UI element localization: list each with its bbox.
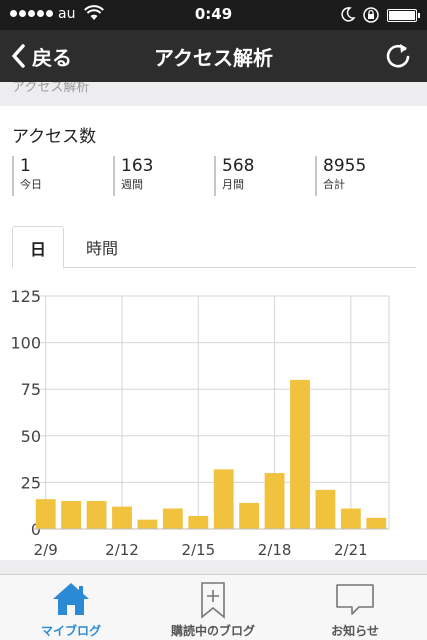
bar	[340, 508, 361, 529]
x-tick-label: 2/21	[334, 541, 368, 556]
speech-bubble-icon	[335, 581, 375, 621]
moon-icon	[340, 6, 356, 26]
y-tick-label: 25	[21, 473, 41, 492]
bar	[112, 506, 132, 529]
y-tick-label: 75	[21, 380, 41, 399]
stat-today: 1 今日	[12, 156, 113, 196]
x-tick-label: 2/15	[181, 541, 215, 556]
tab-label: マイブログ	[40, 624, 101, 638]
tab-notifications[interactable]: お知らせ	[284, 575, 426, 640]
bar-chart: 02550751001252/92/122/152/182/21	[10, 287, 390, 556]
stat-value: 568	[222, 156, 255, 176]
bar	[239, 502, 260, 529]
stat-week: 163 週間	[113, 156, 214, 196]
tab-subscribed-blogs[interactable]: 購読中のブログ	[142, 575, 284, 640]
section-header-label: アクセス解析	[12, 82, 90, 95]
home-icon	[51, 581, 91, 621]
spacer	[0, 560, 427, 574]
stat-label: 今日	[20, 178, 42, 191]
x-tick-label: 2/12	[105, 541, 139, 556]
tab-hour[interactable]: 時間	[74, 226, 130, 268]
tab-day[interactable]: 日	[12, 226, 64, 269]
bar	[188, 515, 209, 529]
y-tick-label: 125	[10, 287, 41, 306]
battery-icon	[387, 9, 420, 22]
stat-label: 合計	[323, 178, 345, 191]
stat-label: 週間	[121, 178, 143, 191]
chevron-left-icon	[12, 44, 25, 68]
stat-month: 568 月間	[214, 156, 315, 196]
bar	[315, 489, 336, 529]
stat-total: 8955 合計	[315, 156, 416, 196]
access-count-title: アクセス数	[12, 127, 97, 147]
back-button[interactable]: 戻る	[10, 42, 72, 70]
bar	[264, 473, 285, 529]
bar	[366, 517, 387, 529]
tab-label: 購読中のブログ	[170, 624, 255, 638]
access-chart: 02550751001252/92/122/152/182/21	[0, 281, 427, 556]
stat-value: 163	[121, 156, 154, 176]
access-card: アクセス数 1 今日 163 週間 568 月間 8955 合計 日 時間 02…	[0, 106, 427, 560]
period-tabs: 日 時間	[12, 226, 416, 269]
x-tick-label: 2/18	[258, 541, 292, 556]
y-tick-label: 100	[10, 334, 41, 353]
bar	[162, 508, 183, 529]
tab-my-blog[interactable]: マイブログ	[0, 575, 142, 640]
stat-value: 8955	[323, 156, 367, 176]
section-header: アクセス解析	[0, 82, 427, 106]
bar	[35, 499, 56, 529]
rotation-lock-icon	[362, 6, 380, 28]
bar	[213, 469, 234, 529]
bookmark-icon	[198, 581, 228, 623]
y-tick-label: 50	[21, 427, 41, 446]
bar	[86, 501, 107, 529]
stat-label: 月間	[222, 178, 244, 191]
tab-label: お知らせ	[331, 624, 379, 638]
refresh-icon	[386, 44, 410, 68]
back-button-label: 戻る	[32, 45, 72, 70]
bar	[137, 519, 158, 529]
bar	[61, 501, 82, 529]
bar	[290, 379, 310, 529]
stat-value: 1	[20, 156, 31, 176]
bottom-tab-bar: マイブログ 購読中のブログ お知らせ	[0, 574, 427, 640]
refresh-button[interactable]	[383, 40, 413, 70]
x-tick-label: 2/9	[34, 541, 58, 556]
navigation-bar: 戻る アクセス解析	[0, 30, 427, 82]
access-stats: 1 今日 163 週間 568 月間 8955 合計	[12, 156, 417, 196]
status-bar: au 0:49	[0, 0, 427, 30]
